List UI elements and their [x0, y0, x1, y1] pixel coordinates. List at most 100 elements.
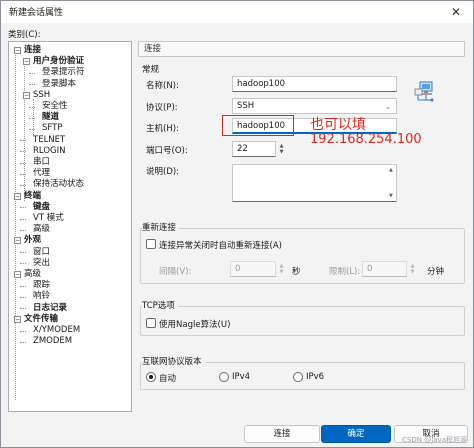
tree-guide-line [15, 50, 16, 400]
tree-item[interactable]: 日志记录 [33, 303, 67, 314]
tree-connector [20, 330, 26, 332]
tree-item[interactable]: SSH [33, 90, 50, 101]
tree-item[interactable]: 串口 [33, 157, 50, 168]
nagle-label: 使用Nagle算法(U) [159, 320, 231, 330]
tree-connector [20, 218, 26, 220]
tree-connector [20, 173, 26, 175]
interval-unit: 秒 [292, 267, 301, 277]
tree-item[interactable]: 隧道 [42, 112, 59, 123]
description-textarea[interactable] [232, 164, 397, 202]
interval-input[interactable]: 0 [230, 261, 276, 277]
tree-collapse-icon[interactable]: − [23, 91, 30, 99]
close-icon[interactable]: ✕ [439, 1, 473, 23]
ip-version-section-label: 互联网协议版本 [142, 355, 205, 367]
ip-auto-radio[interactable] [146, 372, 156, 382]
tree-item[interactable]: VT 模式 [33, 213, 64, 224]
limit-unit: 分钟 [427, 267, 445, 277]
limit-input[interactable]: 0 [362, 261, 407, 277]
tree-item[interactable]: 文件传输 [24, 314, 58, 325]
limit-label: 限制(L): [329, 267, 361, 277]
tree-item[interactable]: X/YMODEM [33, 325, 80, 336]
tree-item[interactable]: 终端 [24, 191, 41, 202]
category-label: 类别(C): [8, 30, 41, 40]
limit-spinner[interactable]: ▲ ▼ [408, 261, 417, 277]
tree-item[interactable]: 代理 [33, 168, 50, 179]
tree-connector [20, 341, 26, 343]
tree-connector [20, 151, 26, 153]
nagle-checkbox[interactable] [146, 318, 156, 328]
reconnect-section-label: 重新连接 [142, 221, 180, 233]
tree-item[interactable]: 窗口 [33, 247, 50, 258]
spin-down-icon[interactable]: ▼ [411, 269, 415, 275]
tree-item[interactable]: 突出 [33, 258, 50, 269]
tree-connector [20, 162, 26, 164]
tcp-section-label: TCP选项 [142, 299, 178, 311]
tree-connector [20, 184, 26, 186]
protocol-select[interactable]: SSH ⌄ [232, 98, 397, 114]
network-computer-icon [414, 80, 436, 104]
protocol-value: SSH [237, 101, 255, 111]
ip-auto-label: 自动 [159, 374, 177, 384]
host-label: 主机(H): [146, 124, 179, 134]
tree-item[interactable]: 保持活动状态 [33, 179, 84, 190]
tree-item[interactable]: 响铃 [33, 291, 50, 302]
tree-connector [29, 106, 35, 108]
tree-item[interactable]: 跟踪 [33, 280, 50, 291]
ipv4-radio[interactable] [219, 372, 229, 382]
tree-connector [29, 84, 35, 86]
ipv6-radio[interactable] [293, 372, 303, 382]
tree-connector [20, 308, 26, 310]
tree-item[interactable]: 登录提示符 [42, 67, 85, 78]
interval-label: 间隔(V): [159, 267, 192, 277]
spin-down-icon[interactable]: ▼ [280, 149, 284, 155]
tree-collapse-icon[interactable]: − [14, 192, 21, 200]
tree-item[interactable]: 外观 [24, 235, 41, 246]
tree-collapse-icon[interactable]: − [14, 315, 21, 323]
ok-button[interactable]: 确定 [321, 425, 391, 443]
tree-collapse-icon[interactable]: − [14, 271, 21, 278]
tree-item[interactable]: SFTP [42, 123, 62, 134]
tree-item[interactable]: 高级 [24, 269, 41, 280]
chevron-down-icon: ⌄ [385, 103, 391, 111]
spin-down-icon[interactable]: ▼ [280, 269, 284, 275]
tree-item[interactable]: 键盘 [33, 202, 50, 213]
description-label: 说明(D): [146, 167, 180, 177]
window-title: 新建会话属性 [9, 8, 64, 18]
tree-item[interactable]: ZMODEM [33, 336, 72, 347]
tree-item[interactable]: 高级 [33, 224, 50, 235]
auto-reconnect-checkbox[interactable] [146, 239, 156, 249]
description-scroll-arrows[interactable]: ▲ ▼ [389, 166, 393, 200]
ipv6-label: IPv6 [306, 372, 325, 382]
tree-collapse-icon[interactable]: − [14, 237, 21, 245]
session-properties-dialog: 新建会话属性 ✕ 类别(C): − 连接 − 用户身份验证 登录提示符 登录脚本 − SSH 安… [0, 0, 474, 448]
tree-connector [29, 72, 35, 74]
watermark: CSDN @Java程旭源 [402, 436, 467, 444]
tree-collapse-icon[interactable]: − [14, 47, 21, 54]
tree-item[interactable]: 连接 [24, 45, 41, 56]
connect-button[interactable]: 连接 [244, 425, 320, 443]
tree-connector [29, 117, 35, 119]
name-input[interactable]: hadoop100 [232, 76, 397, 92]
port-spinner[interactable]: ▲ ▼ [277, 141, 286, 157]
protocol-label: 协议(P): [146, 103, 178, 113]
port-label: 端口号(O): [146, 146, 188, 156]
category-tree[interactable]: − 连接 − 用户身份验证 登录提示符 登录脚本 − SSH 安全性 隧道 SFTP TELNET RL… [8, 41, 132, 412]
tree-connector [29, 128, 35, 130]
tree-collapse-icon[interactable]: − [23, 58, 30, 66]
tree-connector [20, 207, 26, 209]
tree-connector [20, 229, 26, 231]
tree-connector [20, 285, 26, 287]
general-section-label: 常规 [142, 63, 163, 75]
panel-title: 连接 [138, 41, 465, 57]
port-input[interactable]: 22 [232, 141, 276, 157]
tree-item[interactable]: 安全性 [42, 101, 68, 112]
tree-item[interactable]: 用户身份验证 [33, 56, 84, 67]
tree-connector [20, 140, 26, 142]
host-highlight-box [222, 115, 294, 136]
tree-item[interactable]: 登录脚本 [42, 79, 76, 90]
tree-item[interactable]: RLOGIN [33, 146, 65, 157]
interval-spinner[interactable]: ▲ ▼ [277, 261, 286, 277]
annotation-line2: 192.168.254.100 [310, 132, 422, 147]
tree-connector [20, 296, 26, 298]
tree-item[interactable]: TELNET [33, 135, 65, 146]
